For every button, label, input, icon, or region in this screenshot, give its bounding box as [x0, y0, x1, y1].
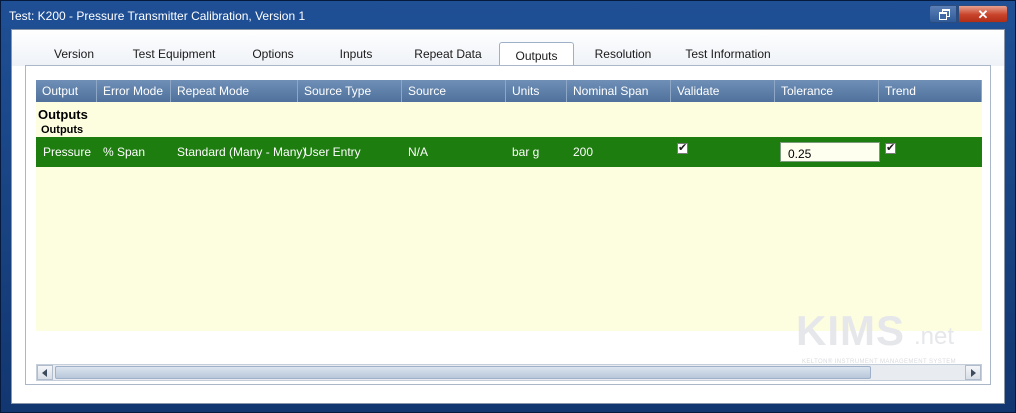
- tab-repeat-data[interactable]: Repeat Data: [404, 44, 492, 64]
- cell-nominal-span: 200: [573, 145, 594, 159]
- column-header-repeat-mode[interactable]: Repeat Mode: [171, 80, 298, 102]
- group-subtitle: Outputs: [41, 124, 84, 136]
- tolerance-input[interactable]: [780, 142, 880, 162]
- title-bar[interactable]: Test: K200 - Pressure Transmitter Calibr…: [1, 1, 1015, 29]
- tab-outputs[interactable]: Outputs: [499, 42, 574, 66]
- tab-resolution[interactable]: Resolution: [586, 44, 660, 64]
- client-area: Version Test Equipment Options Inputs Re…: [11, 29, 1005, 404]
- test-window: Test: K200 - Pressure Transmitter Calibr…: [0, 0, 1016, 413]
- restore-icon: [939, 9, 950, 20]
- tab-options[interactable]: Options: [238, 44, 308, 64]
- column-header-source[interactable]: Source: [402, 80, 506, 102]
- restore-button[interactable]: [929, 5, 957, 23]
- logo-main-text: KIMS: [796, 307, 905, 354]
- outputs-panel: Output Error Mode Repeat Mode Source Typ…: [25, 65, 991, 385]
- scroll-thumb[interactable]: [55, 366, 871, 379]
- arrow-right-icon: [971, 369, 976, 377]
- column-header-trend[interactable]: Trend: [879, 80, 982, 102]
- cell-source: N/A: [408, 145, 429, 159]
- tab-test-information[interactable]: Test Information: [676, 44, 780, 64]
- column-header-error-mode[interactable]: Error Mode: [97, 80, 171, 102]
- logo-suffix-text: .net: [914, 323, 955, 350]
- table-row[interactable]: Pressure % Span Standard (Many - Many) U…: [36, 137, 982, 167]
- tab-bar: Version Test Equipment Options Inputs Re…: [12, 30, 1004, 66]
- grid-body: Outputs Outputs Pressure % Span Standard…: [36, 102, 982, 365]
- tab-test-equipment[interactable]: Test Equipment: [124, 44, 224, 64]
- arrow-left-icon: [42, 369, 47, 377]
- cell-error-mode: % Span: [103, 145, 146, 159]
- column-header-output[interactable]: Output: [36, 80, 97, 102]
- column-header-source-type[interactable]: Source Type: [298, 80, 402, 102]
- validate-checkbox[interactable]: [677, 141, 688, 154]
- scroll-left-button[interactable]: [37, 365, 53, 380]
- close-icon: ✕: [977, 7, 989, 22]
- tab-inputs[interactable]: Inputs: [326, 44, 386, 64]
- cell-output: Pressure: [43, 145, 92, 159]
- cell-repeat-mode: Standard (Many - Many): [177, 145, 307, 159]
- window-title: Test: K200 - Pressure Transmitter Calibr…: [9, 9, 306, 23]
- scroll-right-button[interactable]: [965, 365, 981, 380]
- tab-version[interactable]: Version: [38, 44, 110, 64]
- cell-units: bar g: [512, 145, 540, 159]
- column-header-nominal-span[interactable]: Nominal Span: [567, 80, 671, 102]
- column-header-validate[interactable]: Validate: [671, 80, 775, 102]
- cell-source-type: User Entry: [304, 145, 361, 159]
- grid-header: Output Error Mode Repeat Mode Source Typ…: [36, 80, 982, 102]
- column-header-tolerance[interactable]: Tolerance: [775, 80, 879, 102]
- trend-checkbox[interactable]: [885, 141, 896, 154]
- close-button[interactable]: ✕: [958, 5, 1008, 23]
- horizontal-scrollbar[interactable]: [36, 364, 982, 381]
- column-header-units[interactable]: Units: [506, 80, 567, 102]
- group-title: Outputs: [38, 107, 88, 122]
